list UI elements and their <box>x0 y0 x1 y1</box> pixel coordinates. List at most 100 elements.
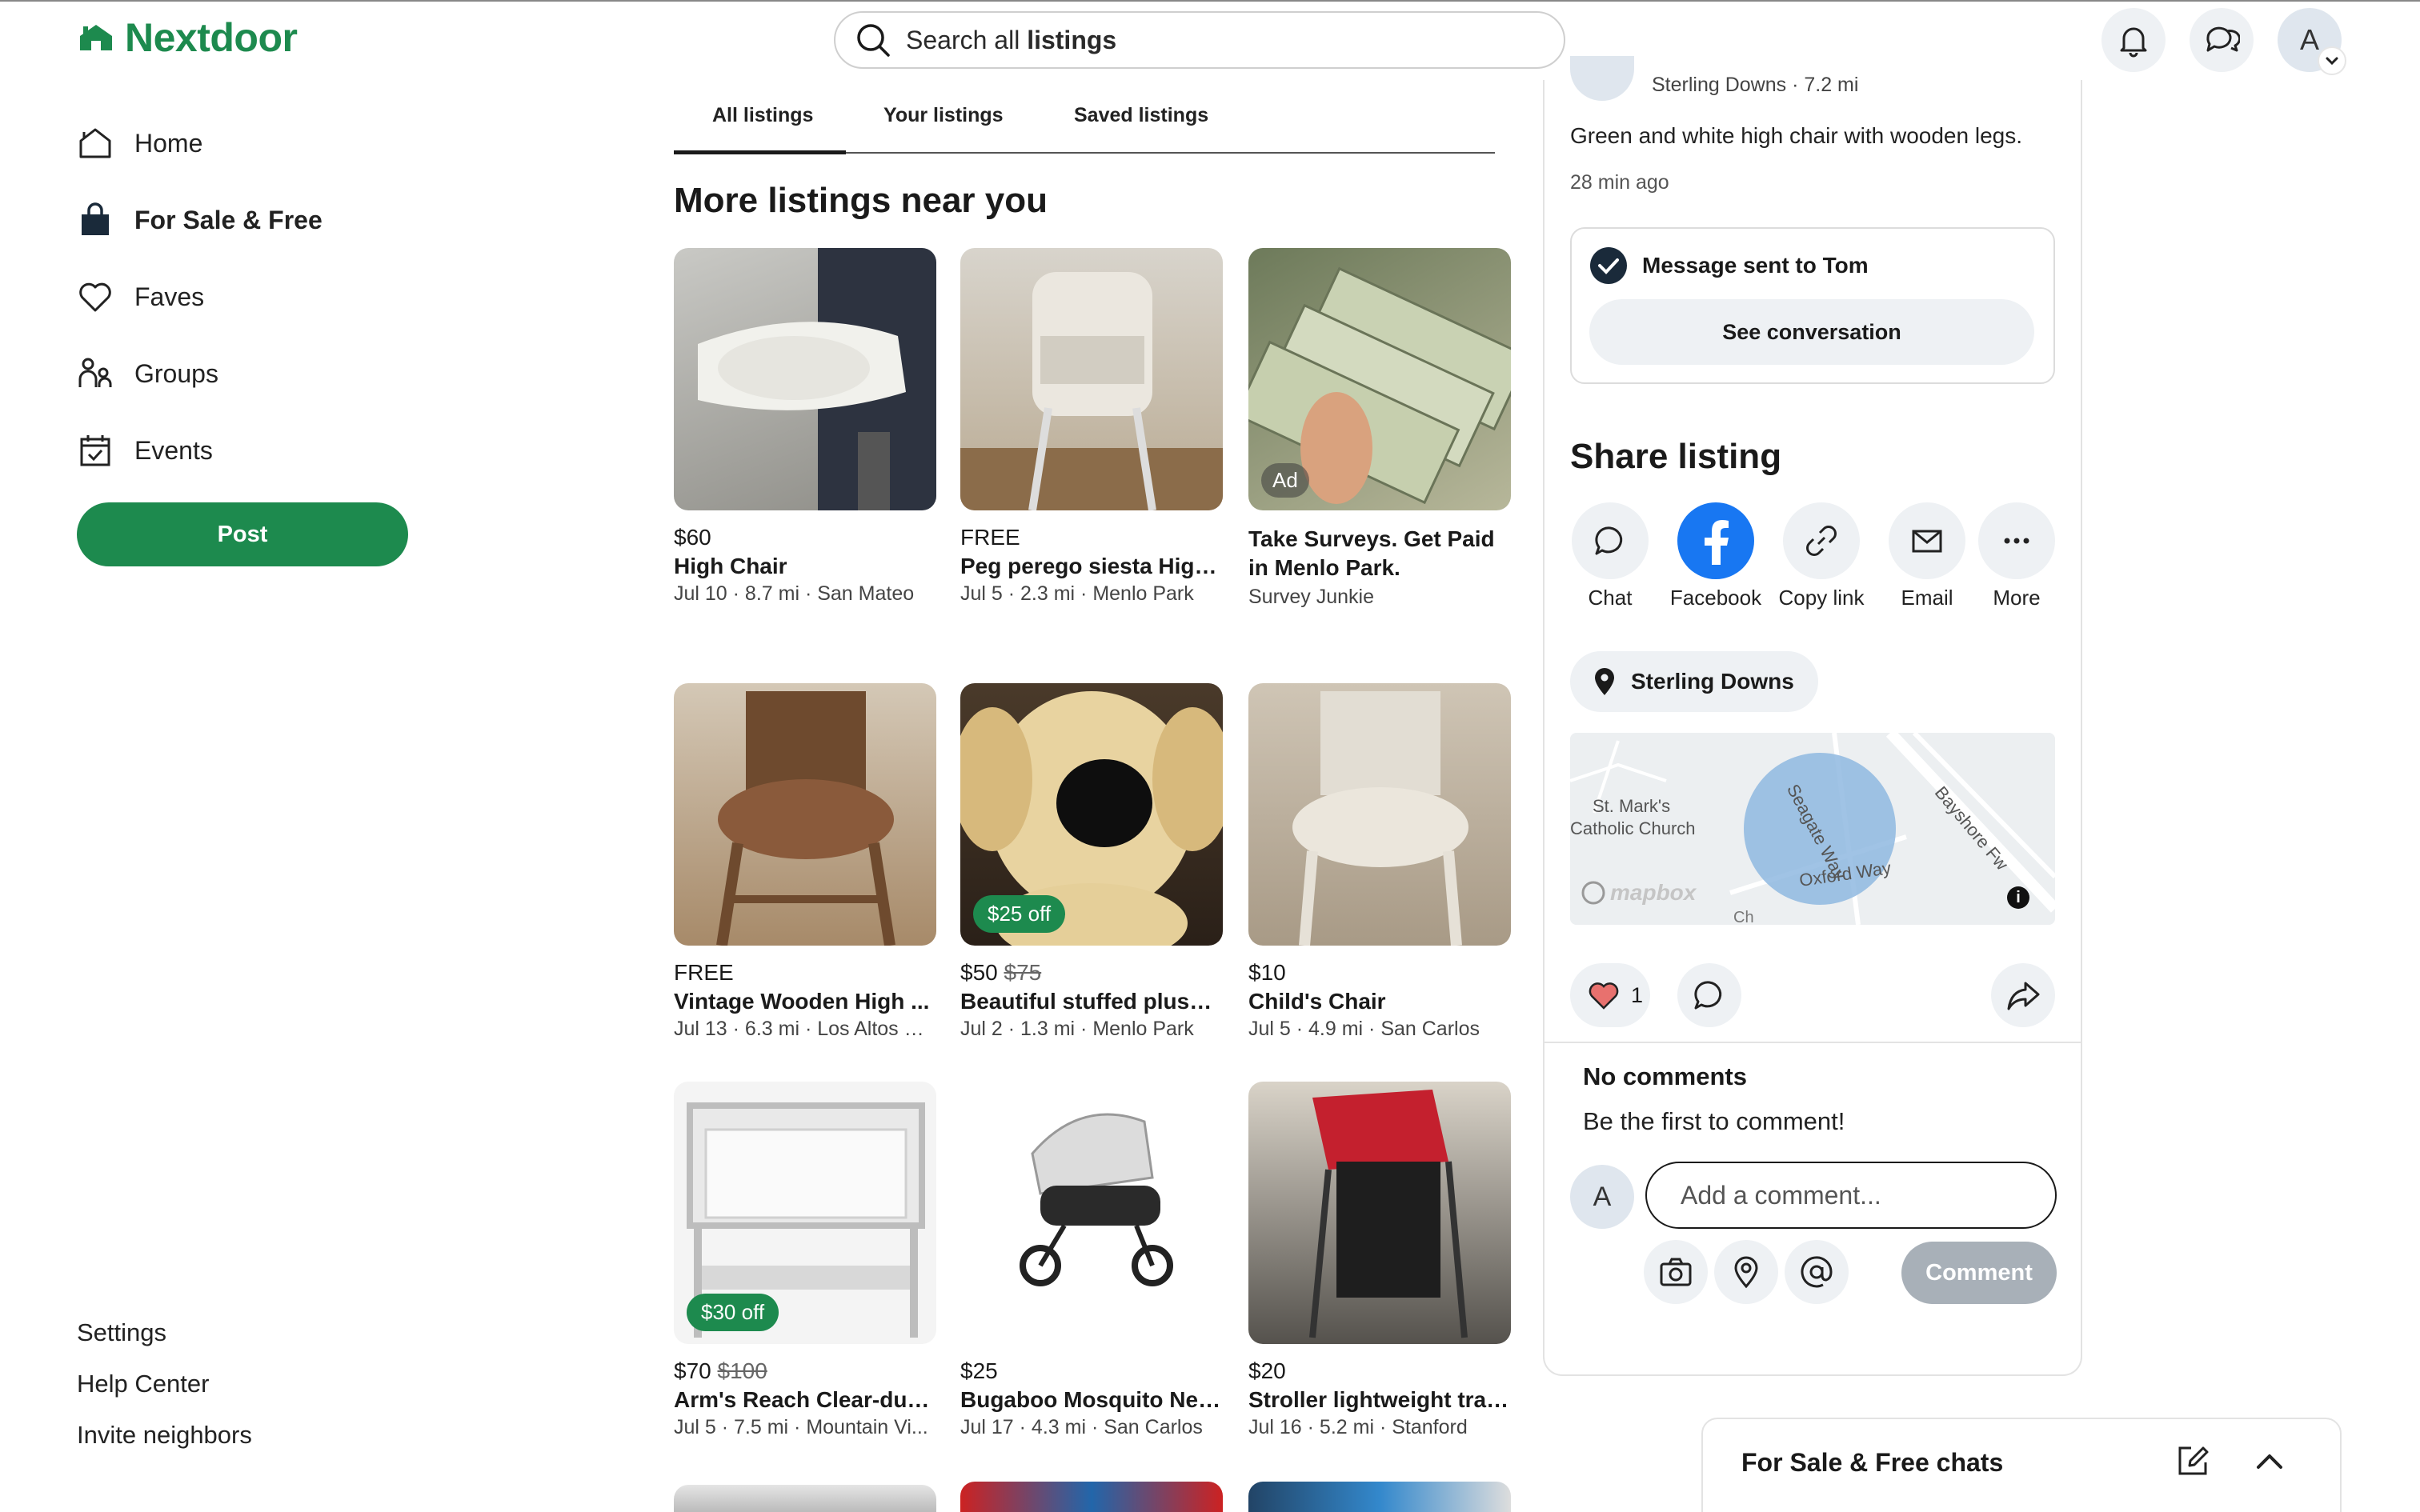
listing-photo[interactable] <box>960 248 1223 510</box>
listing-photo[interactable] <box>960 1082 1223 1344</box>
listing-card[interactable]: $25 Bugaboo Mosquito Net ... Jul 17 · 4.… <box>960 1082 1223 1439</box>
location-chip[interactable]: Sterling Downs <box>1570 651 1818 712</box>
help-center-link[interactable]: Help Center <box>77 1370 209 1398</box>
mention-button[interactable] <box>1785 1240 1849 1304</box>
settings-link[interactable]: Settings <box>77 1318 166 1347</box>
messages-button[interactable] <box>2190 8 2254 72</box>
chat-icon <box>1572 502 1649 579</box>
listing-price: $10 <box>1248 960 1286 985</box>
active-tab-indicator <box>674 150 846 154</box>
listing-photo-partial[interactable] <box>1248 1482 1511 1512</box>
see-conversation-button[interactable]: See conversation <box>1589 299 2034 365</box>
sidebar-item-faves[interactable]: Faves <box>77 278 204 315</box>
chat-bubbles-icon <box>2203 22 2240 58</box>
link-icon <box>1783 502 1860 579</box>
listing-price: $50 $75 <box>960 960 1042 985</box>
share-arrow-icon <box>2005 977 2041 1014</box>
location-pin-icon <box>1733 1255 1760 1289</box>
sidebar-item-label: Home <box>134 128 203 158</box>
comment-icon <box>1692 978 1727 1013</box>
listing-photo[interactable] <box>1248 683 1511 946</box>
ad-title: Take Surveys. Get Paid in Menlo Park. <box>1248 526 1495 580</box>
listing-photo-partial[interactable] <box>960 1482 1223 1512</box>
share-button[interactable] <box>1991 963 2055 1027</box>
sidebar-item-for-sale[interactable]: For Sale & Free <box>77 202 323 238</box>
listing-photo[interactable] <box>674 248 936 510</box>
listing-price: FREE <box>960 525 1020 550</box>
share-facebook-button[interactable] <box>1677 502 1754 579</box>
listing-card[interactable]: $30 off $70 $100 Arm's Reach Clear-due .… <box>674 1082 936 1439</box>
email-icon <box>1889 502 1965 579</box>
ad-photo[interactable]: Ad <box>1248 248 1511 510</box>
listing-photo[interactable] <box>1248 1082 1511 1344</box>
listing-card[interactable]: FREE Vintage Wooden High ... Jul 13 · 6.… <box>674 683 936 1041</box>
listing-meta: Jul 5 · 7.5 mi · Mountain Vi... <box>674 1416 928 1438</box>
post-button[interactable]: Post <box>77 502 408 566</box>
be-first-text: Be the first to comment! <box>1583 1107 1845 1135</box>
listing-card[interactable]: $60 High Chair Jul 10 · 8.7 mi · San Mat… <box>674 248 936 606</box>
calendar-icon <box>77 432 114 469</box>
listing-card[interactable]: $20 Stroller lightweight travel Jul 16 ·… <box>1248 1082 1511 1439</box>
map-info-icon[interactable]: i <box>2007 886 2029 909</box>
tab-saved-listings[interactable]: Saved listings <box>1074 104 1208 127</box>
more-icon <box>1978 502 2055 579</box>
compose-button[interactable] <box>2174 1442 2212 1480</box>
posted-time: 28 min ago <box>1570 171 1669 194</box>
listing-card[interactable]: FREE Peg perego siesta High ... Jul 5 · … <box>960 248 1223 606</box>
listing-meta: Jul 17 · 4.3 mi · San Carlos <box>960 1416 1203 1438</box>
sidebar-item-label: Events <box>134 435 213 465</box>
search-placeholder: Search all listings <box>906 25 1117 54</box>
share-copy-link-button[interactable] <box>1783 502 1860 579</box>
add-location-button[interactable] <box>1714 1240 1778 1304</box>
wooden-chair-illustration <box>716 691 895 946</box>
invite-neighbors-link[interactable]: Invite neighbors <box>77 1421 252 1450</box>
listing-photo[interactable]: $25 off <box>960 683 1223 946</box>
house-logo-icon <box>77 22 115 54</box>
chevron-up-icon <box>2252 1445 2287 1477</box>
like-button[interactable]: 1 <box>1570 963 1650 1027</box>
share-listing-title: Share listing <box>1570 437 1782 476</box>
listing-photo[interactable]: $30 off <box>674 1082 936 1344</box>
chats-dock-title: For Sale & Free chats <box>1741 1448 2004 1477</box>
red-stroller-illustration <box>1309 1090 1468 1338</box>
home-icon <box>77 125 114 162</box>
notifications-button[interactable] <box>2101 8 2166 72</box>
mapbox-logo: mapbox <box>1581 880 1696 906</box>
comment-submit-button[interactable]: Comment <box>1901 1242 2057 1304</box>
share-chat-button[interactable] <box>1572 502 1649 579</box>
map-pin-icon <box>1593 666 1617 697</box>
listing-card[interactable]: $10 Child's Chair Jul 5 · 4.9 mi · San C… <box>1248 683 1511 1041</box>
share-email-button[interactable] <box>1889 502 1965 579</box>
ad-badge: Ad <box>1261 463 1309 498</box>
sidebar-item-home[interactable]: Home <box>77 125 202 162</box>
listing-photo[interactable] <box>674 683 936 946</box>
listing-card[interactable]: $25 off $50 $75 Beautiful stuffed plush … <box>960 683 1223 1041</box>
listing-meta: Jul 5 · 2.3 mi · Menlo Park <box>960 582 1194 605</box>
listing-title: Bugaboo Mosquito Net ... <box>960 1387 1223 1412</box>
collapse-chats-button[interactable] <box>2252 1445 2287 1477</box>
commenter-avatar: A <box>1570 1165 1634 1229</box>
seller-meta: Sterling Downs · 7.2 mi <box>1652 74 1859 96</box>
listing-title: Child's Chair <box>1248 989 1386 1014</box>
sidebar-item-label: Groups <box>134 358 218 388</box>
listing-meta: Jul 13 · 6.3 mi · Los Altos Hi... <box>674 1018 936 1040</box>
sidebar-item-groups[interactable]: Groups <box>77 355 218 392</box>
listing-meta: Jul 16 · 5.2 mi · Stanford <box>1248 1416 1468 1438</box>
chevron-down-icon[interactable] <box>2318 46 2346 75</box>
comment-button[interactable] <box>1677 963 1741 1027</box>
comment-input[interactable]: Add a comment... <box>1645 1162 2057 1229</box>
tab-all-listings[interactable]: All listings <box>712 104 813 127</box>
listing-title: High Chair <box>674 554 787 578</box>
nextdoor-logo[interactable]: Nextdoor <box>77 14 298 61</box>
tab-your-listings[interactable]: Your listings <box>883 104 1004 127</box>
sidebar-item-events[interactable]: Events <box>77 432 213 469</box>
location-map[interactable]: St. Mark's Catholic Church Seagate Way Ox… <box>1570 733 2055 925</box>
ad-card[interactable]: Ad Take Surveys. Get Paid in Menlo Park.… <box>1248 248 1511 609</box>
search-input[interactable]: Search all listings <box>834 11 1565 69</box>
add-photo-button[interactable] <box>1644 1240 1708 1304</box>
search-icon <box>855 22 891 58</box>
share-more-button[interactable] <box>1978 502 2055 579</box>
listing-photo-partial[interactable] <box>674 1485 936 1512</box>
original-price: $75 <box>1004 960 1042 985</box>
listing-meta: Jul 2 · 1.3 mi · Menlo Park <box>960 1018 1194 1040</box>
